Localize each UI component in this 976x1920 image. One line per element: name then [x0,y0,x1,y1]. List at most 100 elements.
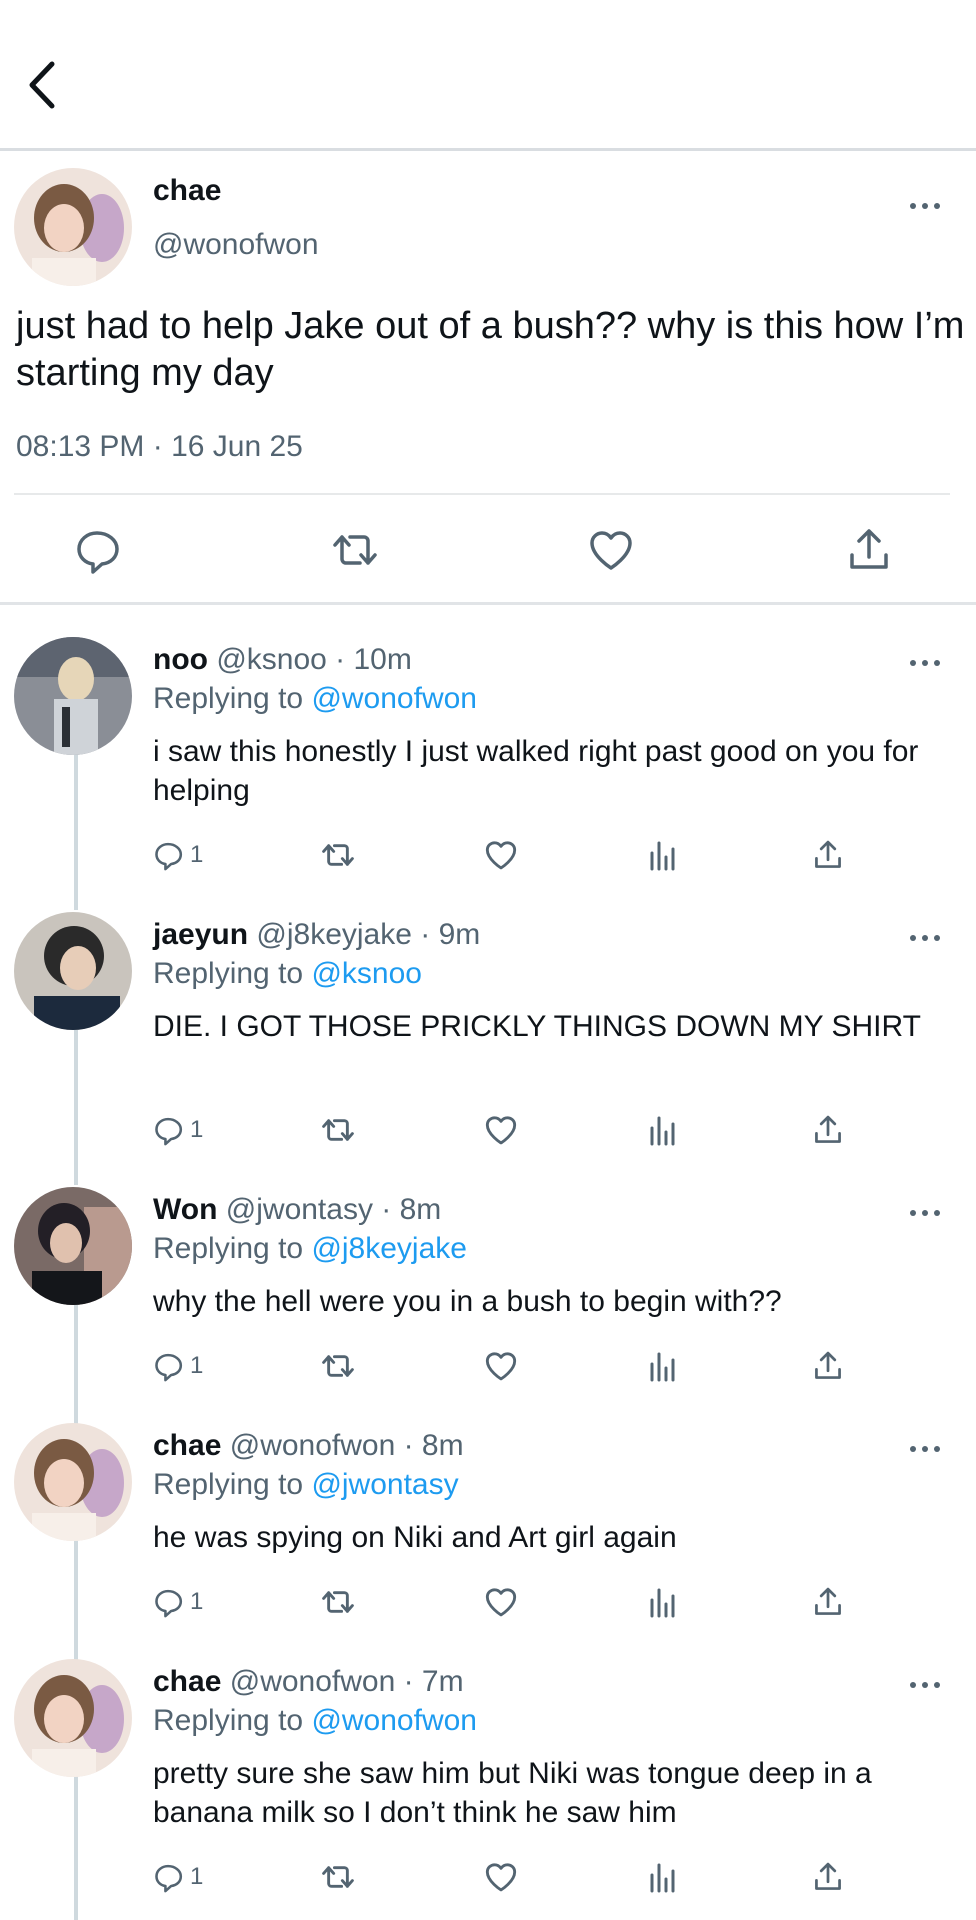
replying-label: Replying to [153,1468,304,1501]
heart-icon [485,1116,517,1145]
author-meta: @j8keyjake · 9m [256,918,481,951]
more-options-button[interactable] [910,200,944,210]
avatar-image [14,637,132,755]
reply-icon [155,842,183,871]
share-icon [815,1587,841,1615]
dot [910,203,916,209]
author-handle[interactable]: @wonofwon [153,228,319,262]
analytics-button[interactable] [648,1580,678,1624]
analytics-button[interactable] [648,833,678,877]
reply-button[interactable]: 1 [152,1108,203,1152]
dot [922,203,928,209]
replying-label: Replying to [153,1704,304,1737]
author-name[interactable]: chae [153,174,221,208]
reply-button[interactable]: 1 [152,1855,203,1899]
retweet-button[interactable] [318,1580,358,1624]
analytics-icon [650,1116,675,1146]
avatar-image [14,168,132,286]
like-button[interactable] [586,525,636,575]
avatar[interactable] [14,1423,132,1541]
analytics-button[interactable] [648,1108,678,1152]
reply-text: he was spying on Niki and Art girl again [153,1521,677,1554]
mention-link[interactable]: @jwontasy [311,1468,458,1501]
divider [14,493,950,495]
more-options-button[interactable] [910,1679,944,1689]
avatar[interactable] [14,1659,132,1777]
share-button[interactable] [811,1108,845,1152]
author-name[interactable]: Won [153,1193,217,1226]
reply-actions: 1 [0,1108,976,1152]
retweet-button[interactable] [330,525,380,575]
top-bar [0,0,976,151]
like-button[interactable] [482,1855,520,1899]
reply-count: 1 [190,1863,204,1890]
reply-button[interactable]: 1 [152,1344,203,1388]
back-button[interactable] [22,58,66,112]
chevron-left-icon [29,61,55,109]
more-options-button[interactable] [910,1443,944,1453]
share-icon [815,840,841,868]
reply-actions: 1 [0,1855,976,1899]
author-name[interactable]: jaeyun [153,918,248,951]
more-options-button[interactable] [910,1207,944,1217]
avatar-image [14,1187,132,1305]
analytics-icon [650,1863,675,1893]
more-options-button[interactable] [910,657,944,667]
heart-icon [485,1863,517,1892]
mention-link[interactable]: @j8keyjake [311,1232,467,1265]
retweet-button[interactable] [318,1855,358,1899]
mention-link[interactable]: @wonofwon [311,1704,477,1737]
dot [934,203,940,209]
retweet-button[interactable] [318,1108,358,1152]
share-button[interactable] [844,525,894,575]
retweet-button[interactable] [318,833,358,877]
like-button[interactable] [482,1108,520,1152]
replying-label: Replying to [153,682,304,715]
retweet-icon [333,535,377,565]
avatar[interactable] [14,1187,132,1305]
like-button[interactable] [482,833,520,877]
share-button[interactable] [811,1344,845,1388]
heart-icon [590,531,632,570]
reply-icon [155,1864,183,1893]
avatar[interactable] [14,912,132,1030]
analytics-icon [650,1588,675,1618]
retweet-icon [322,1591,354,1613]
author-name[interactable]: noo [153,643,208,676]
like-button[interactable] [482,1344,520,1388]
avatar[interactable] [14,168,132,286]
mention-link[interactable]: @ksnoo [311,957,422,990]
tweet-text: just had to help Jake out of a bush?? wh… [16,305,965,394]
analytics-icon [650,841,675,871]
reply-icon [155,1589,183,1618]
mention-link[interactable]: @wonofwon [311,682,477,715]
heart-icon [485,841,517,870]
analytics-button[interactable] [648,1855,678,1899]
author-meta: @jwontasy · 8m [225,1193,442,1226]
reply-icon [155,1353,183,1382]
share-icon [815,1351,841,1379]
reply-button[interactable] [72,525,122,575]
share-button[interactable] [811,833,845,877]
reply-icon [77,531,119,574]
reply-actions: 1 [0,833,976,877]
retweet-icon [322,844,354,866]
reply-button[interactable]: 1 [152,1580,203,1624]
share-icon [815,1115,841,1143]
analytics-button[interactable] [648,1344,678,1388]
divider [0,602,976,605]
more-options-button[interactable] [910,932,944,942]
share-button[interactable] [811,1855,845,1899]
reply-text: i saw this honestly I just walked right … [153,735,919,807]
reply-button[interactable]: 1 [152,833,203,877]
retweet-button[interactable] [318,1344,358,1388]
avatar[interactable] [14,637,132,755]
author-name[interactable]: chae [153,1429,221,1462]
like-button[interactable] [482,1580,520,1624]
retweet-icon [322,1355,354,1377]
share-button[interactable] [811,1580,845,1624]
avatar-image [14,912,132,1030]
heart-icon [485,1352,517,1381]
share-icon [815,1862,841,1890]
author-name[interactable]: chae [153,1665,221,1698]
